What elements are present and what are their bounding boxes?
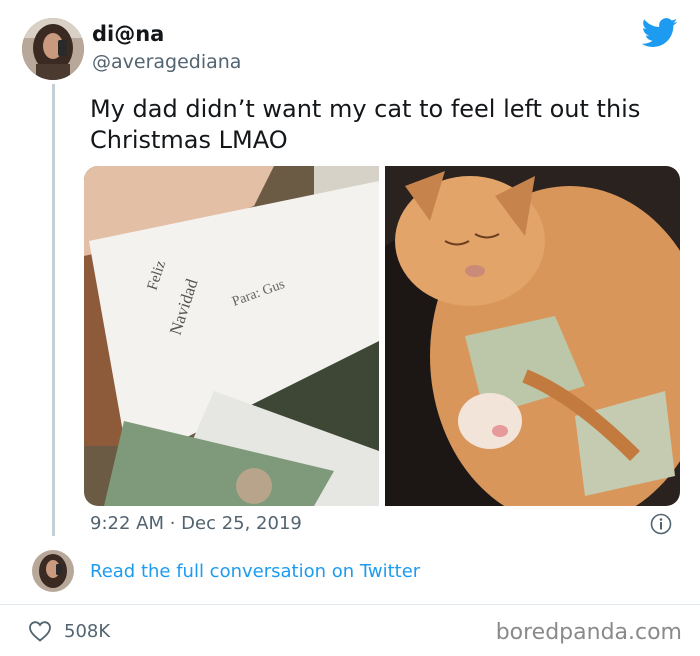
author-handle[interactable]: @averagediana bbox=[92, 51, 241, 73]
twitter-bird-icon[interactable] bbox=[642, 18, 678, 48]
author-display-name[interactable]: di@na bbox=[92, 22, 164, 46]
thread-line bbox=[52, 84, 55, 536]
watermark: boredpanda.com bbox=[495, 620, 682, 645]
tweet-media[interactable]: Feliz Navidad Para: Gus bbox=[84, 166, 680, 506]
like-button[interactable]: 508K bbox=[28, 620, 110, 642]
author-avatar[interactable] bbox=[22, 18, 84, 80]
tweet-card: di@na @averagediana My dad didn’t want m… bbox=[0, 0, 700, 612]
divider bbox=[0, 604, 700, 605]
heart-icon bbox=[29, 621, 51, 642]
photo-envelope-money[interactable]: Feliz Navidad Para: Gus bbox=[84, 166, 379, 506]
tweet-timestamp[interactable]: 9:22 AM · Dec 25, 2019 bbox=[90, 513, 302, 534]
like-count: 508K bbox=[64, 620, 111, 642]
thread-avatar[interactable] bbox=[32, 550, 74, 592]
read-full-conversation-link[interactable]: Read the full conversation on Twitter bbox=[90, 561, 420, 582]
info-icon[interactable] bbox=[650, 513, 672, 535]
tweet-text: My dad didn’t want my cat to feel left o… bbox=[90, 95, 641, 154]
photo-sleeping-cat[interactable] bbox=[385, 166, 680, 506]
